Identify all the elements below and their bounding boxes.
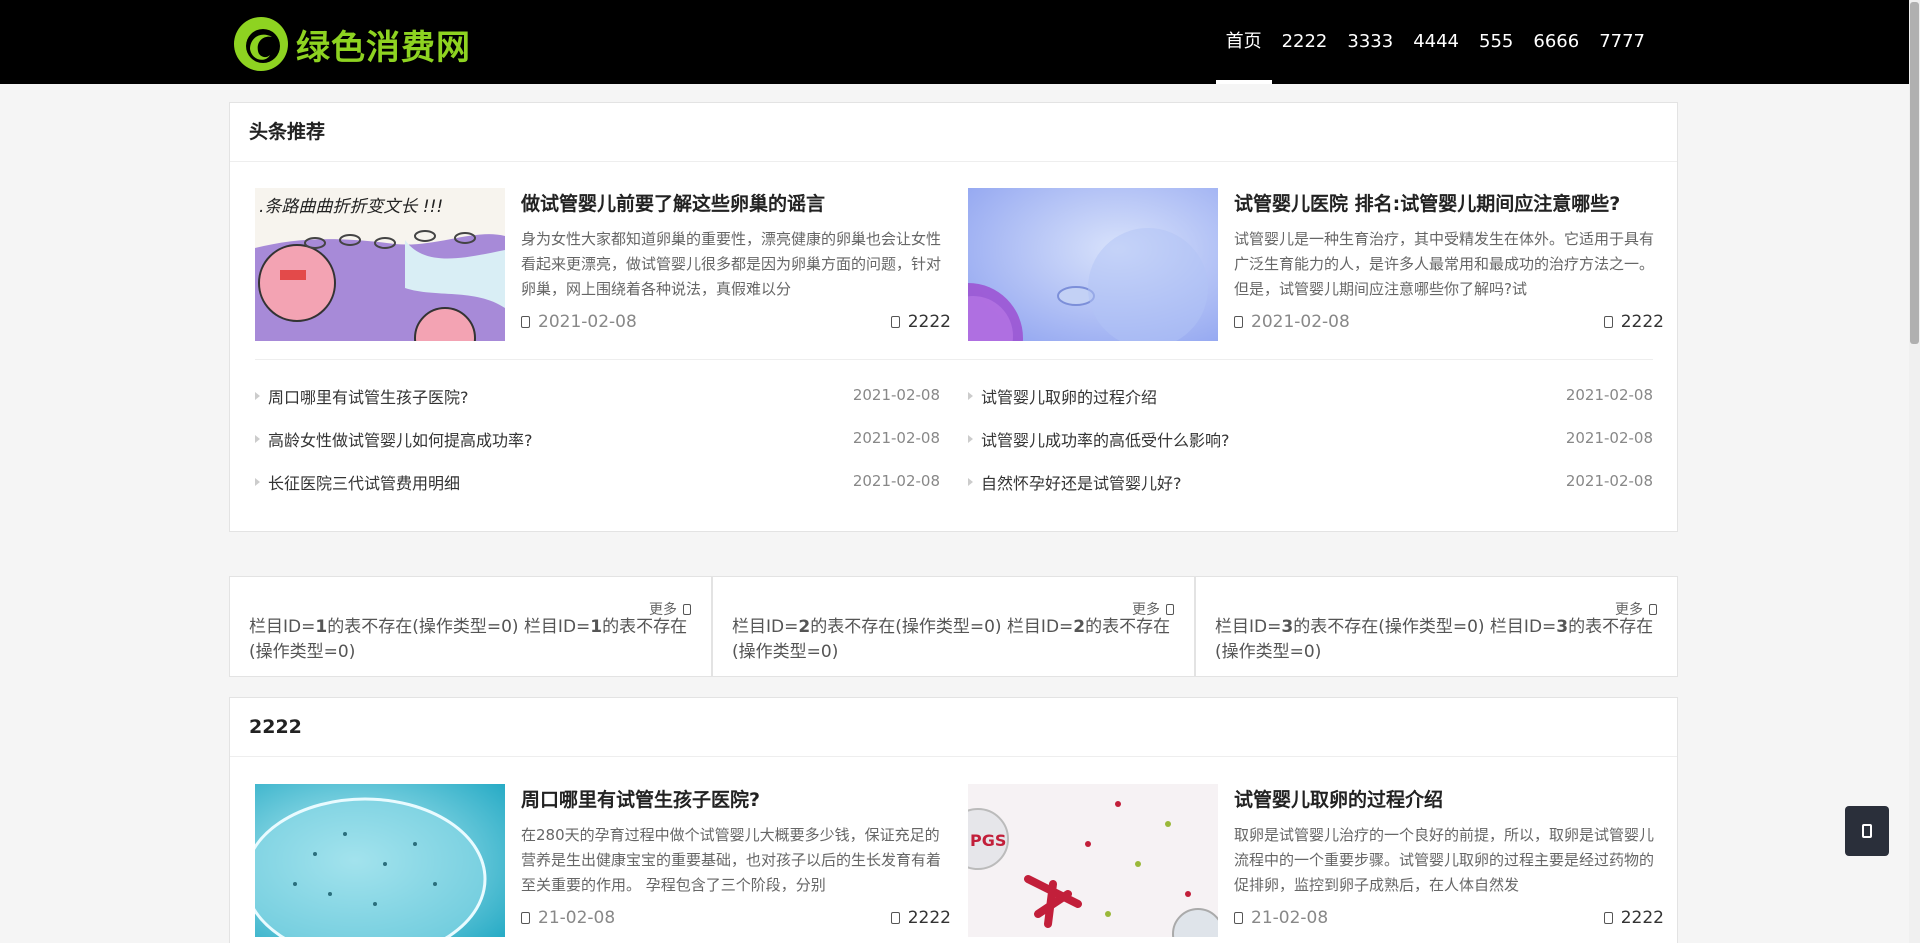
clock-icon — [521, 912, 530, 924]
eye-icon — [890, 912, 900, 924]
site-logo[interactable]: 绿色消费网 — [232, 14, 471, 74]
box-message: 栏目ID=1的表不存在(操作类型=0) 栏目ID=1的表不存在(操作类型=0) — [249, 617, 688, 662]
article-views: 2222 — [890, 312, 951, 332]
article-thumbnail[interactable]: PGS — [968, 784, 1218, 937]
clock-icon — [1234, 316, 1243, 328]
box-message: 栏目ID=2的表不存在(操作类型=0) 栏目ID=2的表不存在(操作类型=0) — [732, 617, 1171, 662]
arrow-up-icon — [1862, 824, 1872, 838]
article-date: 21-02-08 — [521, 908, 615, 928]
panel-title: 2222 — [230, 698, 1677, 757]
eye-icon — [1603, 316, 1613, 328]
nav-item-home[interactable]: 首页 — [1215, 0, 1272, 84]
article-date: 2021-02-08 — [521, 312, 637, 332]
article-title[interactable]: 做试管婴儿前要了解这些卵巢的谣言 — [521, 189, 951, 216]
article-summary: 试管婴儿是一种生育治疗，其中受精发生在体外。它适用于具有广泛生育能力的人，是许多… — [1234, 230, 1655, 298]
scrollbar-thumb[interactable] — [1910, 2, 1919, 344]
category-box: 更多 栏目ID=3的表不存在(操作类型=0) 栏目ID=3的表不存在(操作类型=… — [1195, 576, 1678, 677]
eye-icon — [890, 316, 900, 328]
list-item[interactable]: 高龄女性做试管婴儿如何提高成功率? 2021-02-08 — [255, 427, 940, 453]
article-title[interactable]: 周口哪里有试管生孩子医院? — [521, 785, 951, 812]
svg-text:PGS: PGS — [970, 831, 1006, 850]
page-scrollbar[interactable] — [1909, 0, 1920, 943]
nav-item-7777[interactable]: 7777 — [1589, 0, 1655, 84]
svg-text:.条路曲曲折折变文长 !!!: .条路曲曲折折变文长 !!! — [259, 197, 443, 217]
top-navbar: 绿色消费网 首页 2222 3333 4444 555 6666 7777 — [0, 0, 1920, 84]
article-thumbnail[interactable] — [968, 188, 1218, 341]
nav-item-2222[interactable]: 2222 — [1272, 0, 1338, 84]
headline-panel: 头条推荐 .条路曲曲折折变文长 !!! 做试管婴儿前要了解这些卵巢的谣言 身为女… — [229, 102, 1678, 532]
nav-item-555[interactable]: 555 — [1469, 0, 1523, 84]
box-message: 栏目ID=3的表不存在(操作类型=0) 栏目ID=3的表不存在(操作类型=0) — [1215, 617, 1654, 662]
article-title[interactable]: 试管婴儿取卵的过程介绍 — [1234, 785, 1664, 812]
article-views: 2222 — [1603, 312, 1664, 332]
article-summary: 身为女性大家都知道卵巢的重要性，漂亮健康的卵巢也会让女性看起来更漂亮，做试管婴儿… — [521, 230, 942, 298]
article-summary: 取卵是试管婴儿治疗的一个良好的前提，所以，取卵是试管婴儿流程中的一个重要步骤。试… — [1234, 826, 1655, 894]
article-date: 2021-02-08 — [1234, 312, 1350, 332]
nav-item-6666[interactable]: 6666 — [1523, 0, 1589, 84]
category-panel: 2222 周口哪里有试管生孩子医院? 在280天的孕育过程中做个试管婴儿大概要多… — [229, 697, 1678, 943]
list-item[interactable]: 长征医院三代试管费用明细 2021-02-08 — [255, 470, 940, 496]
back-to-top-button[interactable] — [1845, 806, 1889, 856]
list-item[interactable]: 自然怀孕好还是试管婴儿好? 2021-02-08 — [968, 470, 1653, 496]
nav-item-4444[interactable]: 4444 — [1403, 0, 1469, 84]
caret-right-icon — [968, 435, 973, 443]
caret-right-icon — [968, 478, 973, 486]
main-nav: 首页 2222 3333 4444 555 6666 7777 — [1215, 0, 1655, 84]
caret-right-icon — [255, 392, 260, 400]
category-box: 更多 栏目ID=1的表不存在(操作类型=0) 栏目ID=1的表不存在(操作类型=… — [229, 576, 712, 677]
logo-swirl-icon — [232, 15, 290, 73]
caret-right-icon — [255, 478, 260, 486]
list-item[interactable]: 周口哪里有试管生孩子医院? 2021-02-08 — [255, 384, 940, 410]
article-title[interactable]: 试管婴儿医院 排名:试管婴儿期间应注意哪些? — [1234, 189, 1664, 216]
article-summary: 在280天的孕育过程中做个试管婴儿大概要多少钱，保证充足的营养是生出健康宝宝的重… — [521, 826, 942, 894]
chevron-right-icon — [1166, 604, 1174, 615]
eye-icon — [1603, 912, 1613, 924]
article-views: 2222 — [1603, 908, 1664, 928]
article-thumbnail[interactable]: .条路曲曲折折变文长 !!! — [255, 188, 505, 341]
clock-icon — [1234, 912, 1243, 924]
logo-text: 绿色消费网 — [296, 27, 471, 68]
article-thumbnail[interactable] — [255, 784, 505, 937]
list-item[interactable]: 试管婴儿成功率的高低受什么影响? 2021-02-08 — [968, 427, 1653, 453]
caret-right-icon — [255, 435, 260, 443]
category-box: 更多 栏目ID=2的表不存在(操作类型=0) 栏目ID=2的表不存在(操作类型=… — [712, 576, 1195, 677]
caret-right-icon — [968, 392, 973, 400]
nav-item-3333[interactable]: 3333 — [1337, 0, 1403, 84]
panel-title: 头条推荐 — [230, 103, 1677, 162]
article-date: 21-02-08 — [1234, 908, 1328, 928]
featured-article[interactable]: PGS 试管婴儿取卵的过程介绍 取卵是试管婴儿治疗的一个良好的前提，所以，取卵是… — [968, 784, 1664, 937]
featured-article[interactable]: 周口哪里有试管生孩子医院? 在280天的孕育过程中做个试管婴儿大概要多少钱，保证… — [255, 784, 951, 937]
clock-icon — [521, 316, 530, 328]
list-item[interactable]: 试管婴儿取卵的过程介绍 2021-02-08 — [968, 384, 1653, 410]
article-views: 2222 — [890, 908, 951, 928]
chevron-right-icon — [683, 604, 691, 615]
divider — [255, 359, 1653, 360]
chevron-right-icon — [1649, 604, 1657, 615]
featured-article[interactable]: .条路曲曲折折变文长 !!! 做试管婴儿前要了解这些卵巢的谣言 身为女性大家都知… — [255, 188, 951, 341]
featured-article[interactable]: 试管婴儿医院 排名:试管婴儿期间应注意哪些? 试管婴儿是一种生育治疗，其中受精发… — [968, 188, 1664, 341]
